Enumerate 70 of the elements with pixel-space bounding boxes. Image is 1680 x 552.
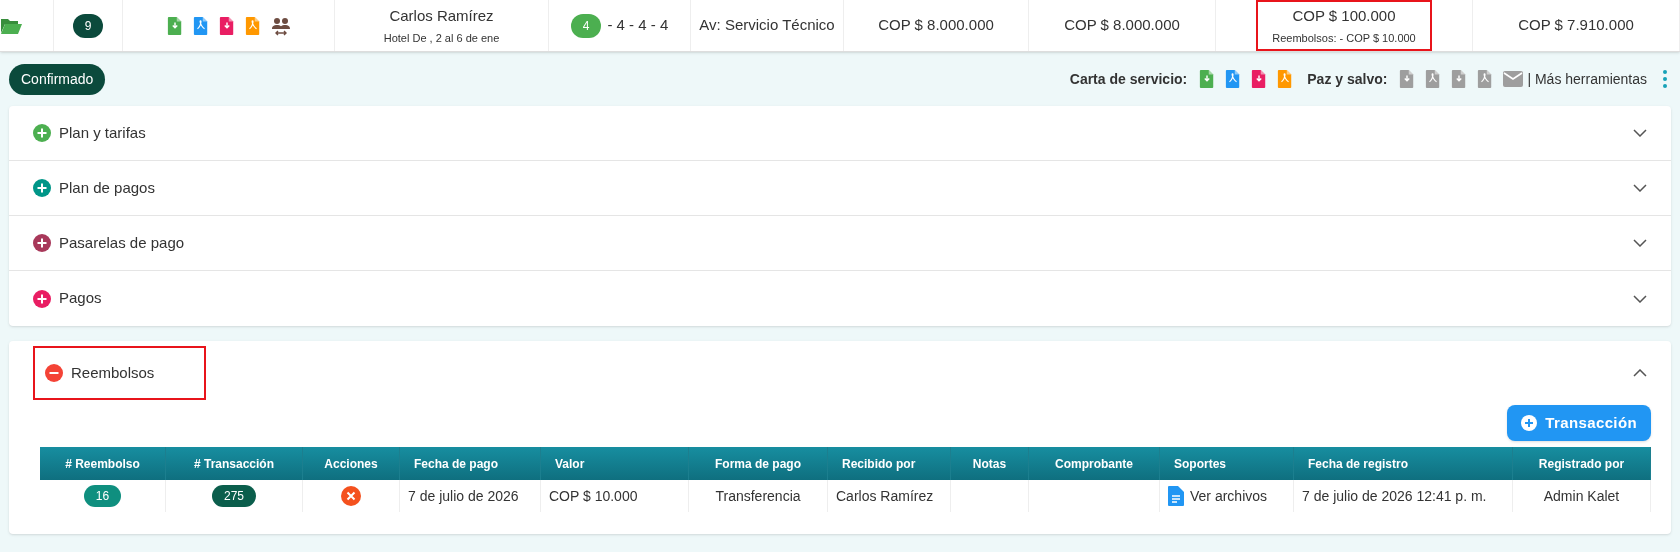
refund-id-badge: 16 xyxy=(83,485,122,507)
accordion-header[interactable]: Plan de pagos xyxy=(9,161,1671,216)
panel-title: Plan de pagos xyxy=(59,177,155,198)
amount-text: COP $ 100.000 xyxy=(1292,6,1396,26)
column-header: Notas xyxy=(951,447,1029,480)
column-header: # Transacción xyxy=(166,447,303,480)
column-header: Recibido por xyxy=(828,447,951,480)
column-header: Forma de pago xyxy=(689,447,828,480)
chevron-icon[interactable] xyxy=(1633,129,1647,137)
panel-title: Plan y tarifas xyxy=(59,122,146,143)
amount-text: COP $ 8.000.000 xyxy=(1064,15,1180,36)
panel-title: Pagos xyxy=(59,288,102,309)
panel-title: Pasarelas de pago xyxy=(59,232,185,253)
table-cell: 7 de julio de 2026 12:41 p. m. xyxy=(1294,480,1513,512)
column-header: Soportes xyxy=(1160,447,1294,480)
clearance-label: Paz y salvo: xyxy=(1307,69,1388,89)
table-cell: Transferencia xyxy=(689,480,828,512)
pdf-file-icon[interactable] xyxy=(244,15,261,36)
more-options-icon[interactable] xyxy=(1663,70,1667,88)
column-header: # Reembolso xyxy=(40,447,166,480)
folder-icon[interactable] xyxy=(0,16,22,35)
table-cell: COP $ 10.000 xyxy=(541,480,689,512)
accordion-header[interactable]: Reembolsos xyxy=(9,341,1671,405)
accordion-header[interactable]: Pagos xyxy=(9,271,1671,326)
accordion-header[interactable]: Plan y tarifas xyxy=(9,106,1671,161)
chevron-icon[interactable] xyxy=(1633,294,1647,303)
download-file-icon[interactable] xyxy=(1251,69,1268,89)
plus-circle-icon xyxy=(1521,415,1538,431)
delete-icon[interactable] xyxy=(341,486,361,506)
view-files-link[interactable]: Ver archivos xyxy=(1190,485,1268,507)
transaction-id-badge: 275 xyxy=(212,485,256,507)
download-file-icon[interactable] xyxy=(1199,69,1216,89)
download-file-icon[interactable] xyxy=(218,15,235,36)
download-file-icon[interactable] xyxy=(1399,69,1416,89)
mail-icon[interactable] xyxy=(1503,71,1524,87)
table-cell: Admin Kalet xyxy=(1513,480,1651,512)
amount-text: COP $ 8.000.000 xyxy=(878,15,994,36)
column-header: Acciones xyxy=(303,447,400,480)
room-numbers: - 4 - 4 - 4 xyxy=(607,15,669,36)
pdf-file-icon[interactable] xyxy=(1425,69,1442,89)
more-tools-link[interactable]: | Más herramientas xyxy=(1527,68,1647,90)
chevron-icon[interactable] xyxy=(1633,369,1647,377)
amount-text: COP $ 7.910.000 xyxy=(1518,15,1634,36)
agent-text: Av: Servicio Técnico xyxy=(699,15,835,36)
column-header: Fecha de registro xyxy=(1294,447,1513,480)
column-header: Valor xyxy=(541,447,689,480)
table-cell: 7 de julio de 2026 xyxy=(400,480,541,512)
refund-note: Reembolsos: - COP $ 10.000 xyxy=(1272,30,1416,46)
column-header: Fecha de pago xyxy=(400,447,541,480)
column-header: Registrado por xyxy=(1513,447,1651,480)
pdf-file-icon[interactable] xyxy=(192,15,209,36)
download-file-icon[interactable] xyxy=(1451,69,1468,89)
chevron-icon[interactable] xyxy=(1633,184,1647,192)
service-letter-label: Carta de servicio: xyxy=(1069,69,1188,89)
column-header: Comprobante xyxy=(1029,447,1160,480)
guest-detail: Hotel De , 2 al 6 de ene xyxy=(383,30,500,46)
chevron-icon[interactable] xyxy=(1633,239,1647,247)
accordion-header[interactable]: Pasarelas de pago xyxy=(9,216,1671,271)
table-cell: Carlos Ramírez xyxy=(828,480,951,512)
panel-title: Reembolsos xyxy=(71,362,155,383)
download-file-icon[interactable] xyxy=(166,15,183,36)
pdf-file-icon[interactable] xyxy=(1277,69,1294,89)
guest-name: Carlos Ramírez xyxy=(389,6,494,26)
document-icon xyxy=(1168,486,1184,506)
pdf-file-icon[interactable] xyxy=(1225,69,1242,89)
pdf-file-icon[interactable] xyxy=(1477,69,1494,89)
count-badge: 9 xyxy=(72,13,104,38)
status-badge: Confirmado xyxy=(9,63,106,95)
people-icon[interactable] xyxy=(270,15,291,36)
room-badge: 4 xyxy=(570,13,602,38)
